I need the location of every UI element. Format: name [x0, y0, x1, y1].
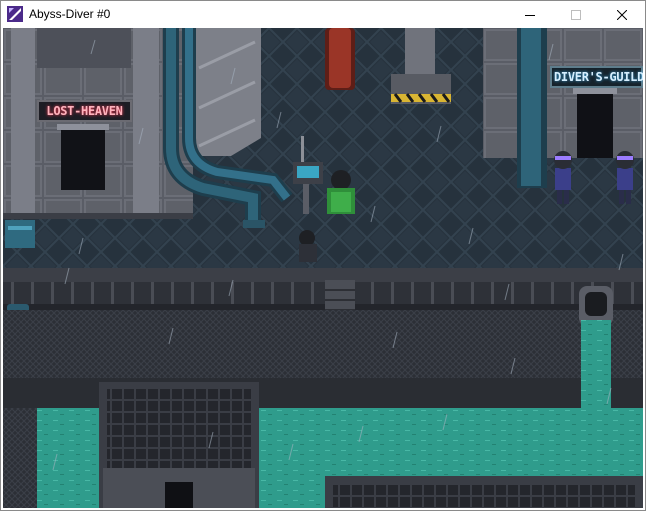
app-window: Abyss-Diver #0 LOST-HEAVEN DIVER'S-GUILD	[0, 0, 646, 511]
maximize-button[interactable]	[553, 1, 599, 28]
divers-guild-sign: DIVER'S-GUILD	[550, 66, 643, 88]
app-icon	[7, 6, 23, 22]
game-viewport[interactable]: LOST-HEAVEN DIVER'S-GUILD	[3, 28, 643, 508]
close-icon	[617, 9, 627, 20]
minimize-icon	[525, 14, 535, 16]
close-button[interactable]	[599, 1, 645, 28]
title-bar[interactable]: Abyss-Diver #0	[1, 1, 645, 28]
maximize-icon	[571, 9, 581, 20]
window-title: Abyss-Diver #0	[29, 7, 111, 21]
lost-heaven-sign: LOST-HEAVEN	[37, 100, 132, 122]
minimize-button[interactable]	[507, 1, 553, 28]
